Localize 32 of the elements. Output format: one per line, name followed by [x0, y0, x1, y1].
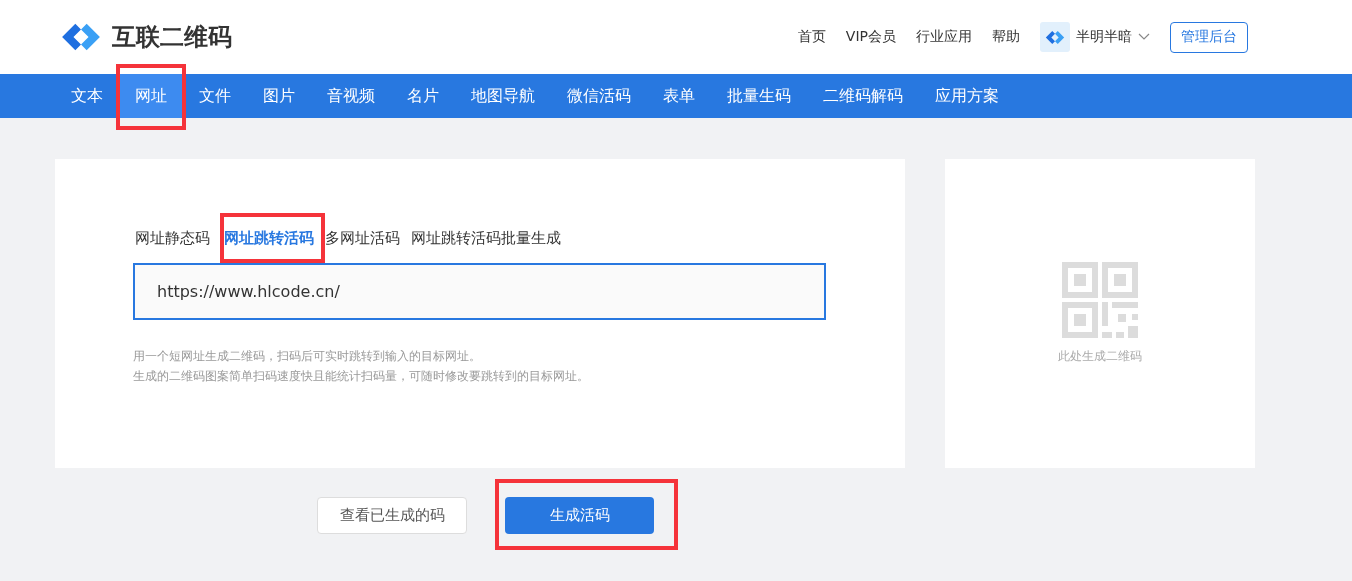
nav-tab[interactable]: 应用方案 [919, 74, 1015, 118]
nav-tab[interactable]: 地图导航 [455, 74, 551, 118]
hint-text: 用一个短网址生成二维码，扫码后可实时跳转到输入的目标网址。 [133, 348, 482, 365]
top-link[interactable]: VIP会员 [845, 28, 896, 46]
sub-tab[interactable]: 网址静态码 [133, 227, 222, 249]
hint-text: 生成的二维码图案简单扫码速度快且能统计扫码量，可随时修改要跳转到的目标网址。 [133, 368, 590, 385]
url-input[interactable]: https://www.hlcode.cn/ [133, 263, 826, 320]
nav-tab[interactable]: 二维码解码 [807, 74, 919, 118]
logo-text: 互联二维码 [112, 22, 232, 53]
sub-tab[interactable]: 网址跳转活码批量生成 [409, 227, 570, 249]
nav-tab[interactable]: 文件 [183, 74, 247, 118]
admin-button[interactable]: 管理后台 [1170, 21, 1248, 53]
user-avatar[interactable] [1040, 22, 1070, 52]
top-link[interactable]: 帮助 [992, 28, 1020, 46]
nav-tab[interactable]: 音视频 [311, 74, 391, 118]
top-link[interactable]: 首页 [797, 28, 826, 46]
action-button[interactable]: 查看已生成的码 [317, 497, 467, 534]
top-link[interactable]: 行业应用 [916, 28, 972, 46]
sub-tab[interactable]: 网址跳转活码 [222, 227, 323, 249]
nav-tab[interactable]: 网址 [119, 74, 183, 118]
action-button[interactable]: 生成活码 [505, 497, 654, 534]
nav-tab[interactable]: 名片 [391, 74, 455, 118]
sub-tab[interactable]: 多网址活码 [323, 227, 409, 249]
qr-code-icon [1062, 262, 1138, 338]
chevron-down-icon[interactable] [1138, 33, 1150, 41]
nav-tab[interactable]: 批量生码 [711, 74, 807, 118]
nav-tab[interactable]: 微信活码 [551, 74, 647, 118]
nav-tab[interactable]: 表单 [647, 74, 711, 118]
preview-caption: 此处生成二维码 [1058, 348, 1142, 365]
nav-tab[interactable]: 文本 [55, 74, 119, 118]
user-name[interactable]: 半明半暗 [1076, 28, 1132, 46]
nav-tab[interactable]: 图片 [247, 74, 311, 118]
